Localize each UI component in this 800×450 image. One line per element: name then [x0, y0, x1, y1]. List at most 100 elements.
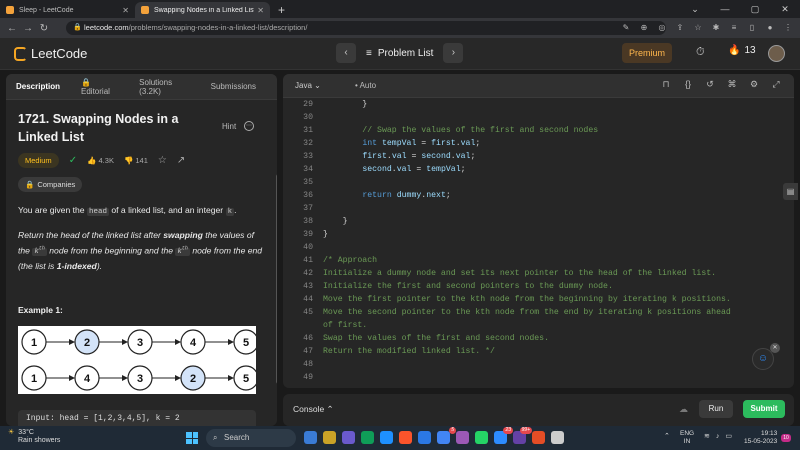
new-tab-icon[interactable]: +	[270, 2, 293, 18]
braces-icon[interactable]: {}	[682, 79, 694, 90]
code-line: Initialize the first and second pointers…	[323, 282, 613, 291]
line-number: 44	[303, 295, 313, 304]
code-line: first.val = second.val;	[362, 152, 476, 161]
forward-icon[interactable]: →	[20, 23, 36, 34]
app-edge-icon[interactable]	[380, 431, 393, 444]
chevron-up-icon[interactable]: ⌃	[664, 432, 670, 440]
problem-list-button[interactable]: ≡ Problem List	[366, 48, 433, 59]
windows-start-icon[interactable]	[186, 432, 198, 444]
app-teams-icon[interactable]	[456, 431, 469, 444]
code-editor[interactable]: Java ⌄ • Auto ⊓ {} ↺ ⌘ ⚙ ⤢ 29 } 30 31 // S…	[283, 74, 794, 388]
dislike-button[interactable]: 👎 141	[124, 156, 148, 165]
tab-title: Swapping Nodes in a Linked List	[154, 6, 254, 14]
eye-off-icon[interactable]: ◎	[656, 21, 668, 35]
app-widget-icon[interactable]	[304, 431, 317, 444]
prev-problem-button[interactable]: ‹	[336, 43, 356, 63]
run-button[interactable]: Run	[699, 400, 733, 418]
side-panel-icon[interactable]: ▤	[783, 183, 798, 200]
tab-editorial[interactable]: 🔒Editorial	[81, 78, 118, 96]
bookmark-icon[interactable]: ⊓	[660, 79, 672, 90]
url-domain: leetcode.com	[84, 23, 129, 32]
code-line: }	[323, 217, 348, 226]
chevron-down-icon[interactable]: ⌄	[680, 0, 710, 18]
console-toggle[interactable]: Console ⌃	[293, 404, 334, 415]
line-number: 40	[303, 243, 313, 252]
submit-button[interactable]: Submit	[743, 400, 785, 418]
settings-icon[interactable]: ⚙	[748, 79, 760, 90]
streak-counter[interactable]: 🔥 13	[728, 45, 756, 56]
pen-icon[interactable]: ✎	[620, 21, 632, 35]
volume-icon[interactable]: ♪	[716, 433, 720, 440]
line-number: 31	[303, 126, 313, 135]
hint-button[interactable]: Hint	[222, 122, 236, 131]
app-office-icon[interactable]	[532, 431, 545, 444]
mode-label: Auto	[359, 81, 377, 90]
close-icon[interactable]: ✕	[770, 343, 780, 353]
share-icon[interactable]: ↗	[177, 155, 185, 166]
inline-code: kth	[32, 245, 47, 256]
avatar[interactable]	[768, 45, 785, 62]
back-icon[interactable]: ←	[4, 23, 20, 34]
browser-tab-sleep[interactable]: Sleep - LeetCode ✕	[0, 2, 135, 18]
leetcode-header: LeetCode ‹ ≡ Problem List › Premium ⏱ 🔥 …	[0, 38, 800, 70]
reset-icon[interactable]: ↺	[704, 79, 716, 90]
app-chat-icon[interactable]	[342, 431, 355, 444]
maximize-icon[interactable]: ▢	[740, 0, 770, 18]
sidepanel-icon[interactable]: ▯	[746, 21, 758, 35]
app-whatsapp-icon[interactable]	[475, 431, 488, 444]
tab-solutions[interactable]: Solutions (3.2K)	[139, 78, 189, 96]
taskbar-search[interactable]: ⌕ Search	[206, 429, 296, 447]
app-chrome-icon[interactable]	[361, 431, 374, 444]
star-icon[interactable]: ☆	[692, 21, 704, 35]
companies-tag[interactable]: 🔒 Companies	[18, 177, 83, 192]
leetcode-logo-icon	[14, 46, 27, 61]
more-icon[interactable]: ⋯	[244, 121, 254, 131]
code-line: int tempVal = first.val;	[362, 139, 481, 148]
language-indicator[interactable]: ENG IN	[680, 430, 694, 446]
app-chrome2-icon[interactable]: 5	[437, 427, 456, 444]
lock-icon: 🔒	[25, 180, 35, 189]
wifi-icon[interactable]: ≋	[704, 432, 710, 440]
close-icon[interactable]: ✕	[257, 6, 264, 15]
language-select[interactable]: Java ⌄	[295, 81, 321, 90]
auto-mode[interactable]: • Auto	[355, 81, 376, 90]
reload-icon[interactable]: ↻	[36, 23, 52, 34]
battery-icon[interactable]: ▭	[725, 432, 732, 440]
extensions-icon[interactable]: ✱	[710, 21, 722, 35]
minimize-icon[interactable]: —	[710, 0, 740, 18]
more-icon[interactable]: ⋮	[782, 21, 794, 35]
like-button[interactable]: 👍 4.3K	[87, 156, 114, 165]
playlist-icon[interactable]: ≡	[728, 21, 740, 35]
app-discord-icon[interactable]: 99+	[513, 427, 532, 444]
app-brave-icon[interactable]	[399, 431, 412, 444]
list-node-value: 1	[31, 337, 37, 349]
th-text: th	[38, 245, 45, 252]
next-problem-button[interactable]: ›	[443, 43, 464, 63]
leetcode-logo[interactable]: LeetCode	[14, 46, 87, 61]
star-icon[interactable]: ☆	[158, 155, 167, 166]
tab-submissions[interactable]: Submissions	[211, 82, 256, 91]
app-telegram-icon[interactable]: 23	[494, 427, 513, 444]
url-input[interactable]: 🔒 leetcode.com/problems/swapping-nodes-i…	[66, 21, 666, 35]
close-window-icon[interactable]: ✕	[770, 0, 800, 18]
cloud-icon[interactable]: ☁	[679, 404, 688, 415]
timer-icon[interactable]: ⏱	[696, 46, 705, 59]
clock[interactable]: 19:13 15-05-2023	[744, 430, 777, 446]
fullscreen-icon[interactable]: ⤢	[770, 79, 782, 90]
notification-badge[interactable]: 10	[781, 434, 791, 442]
app-dell-icon[interactable]	[551, 431, 564, 444]
app-vscode-icon[interactable]	[418, 431, 431, 444]
share-icon[interactable]: ⇪	[674, 21, 686, 35]
close-icon[interactable]: ✕	[122, 6, 129, 15]
browser-tab-swapping[interactable]: Swapping Nodes in a Linked List ✕	[135, 2, 270, 18]
profile-icon[interactable]: ●	[764, 21, 776, 35]
shortcut-icon[interactable]: ⌘	[726, 79, 738, 90]
tray-icons: ≋ ♪ ▭	[704, 432, 732, 441]
scrollbar[interactable]	[276, 174, 277, 384]
taskbar: ☀ 33°C Rain showers ⌕ Search 5 23 99+ ⌃ E…	[0, 426, 800, 450]
tab-description[interactable]: Description	[16, 82, 60, 91]
weather-widget[interactable]: ☀ 33°C Rain showers	[8, 429, 60, 445]
zoom-icon[interactable]: ⊕	[638, 21, 650, 35]
app-explorer-icon[interactable]	[323, 431, 336, 444]
premium-button[interactable]: Premium	[622, 43, 672, 63]
